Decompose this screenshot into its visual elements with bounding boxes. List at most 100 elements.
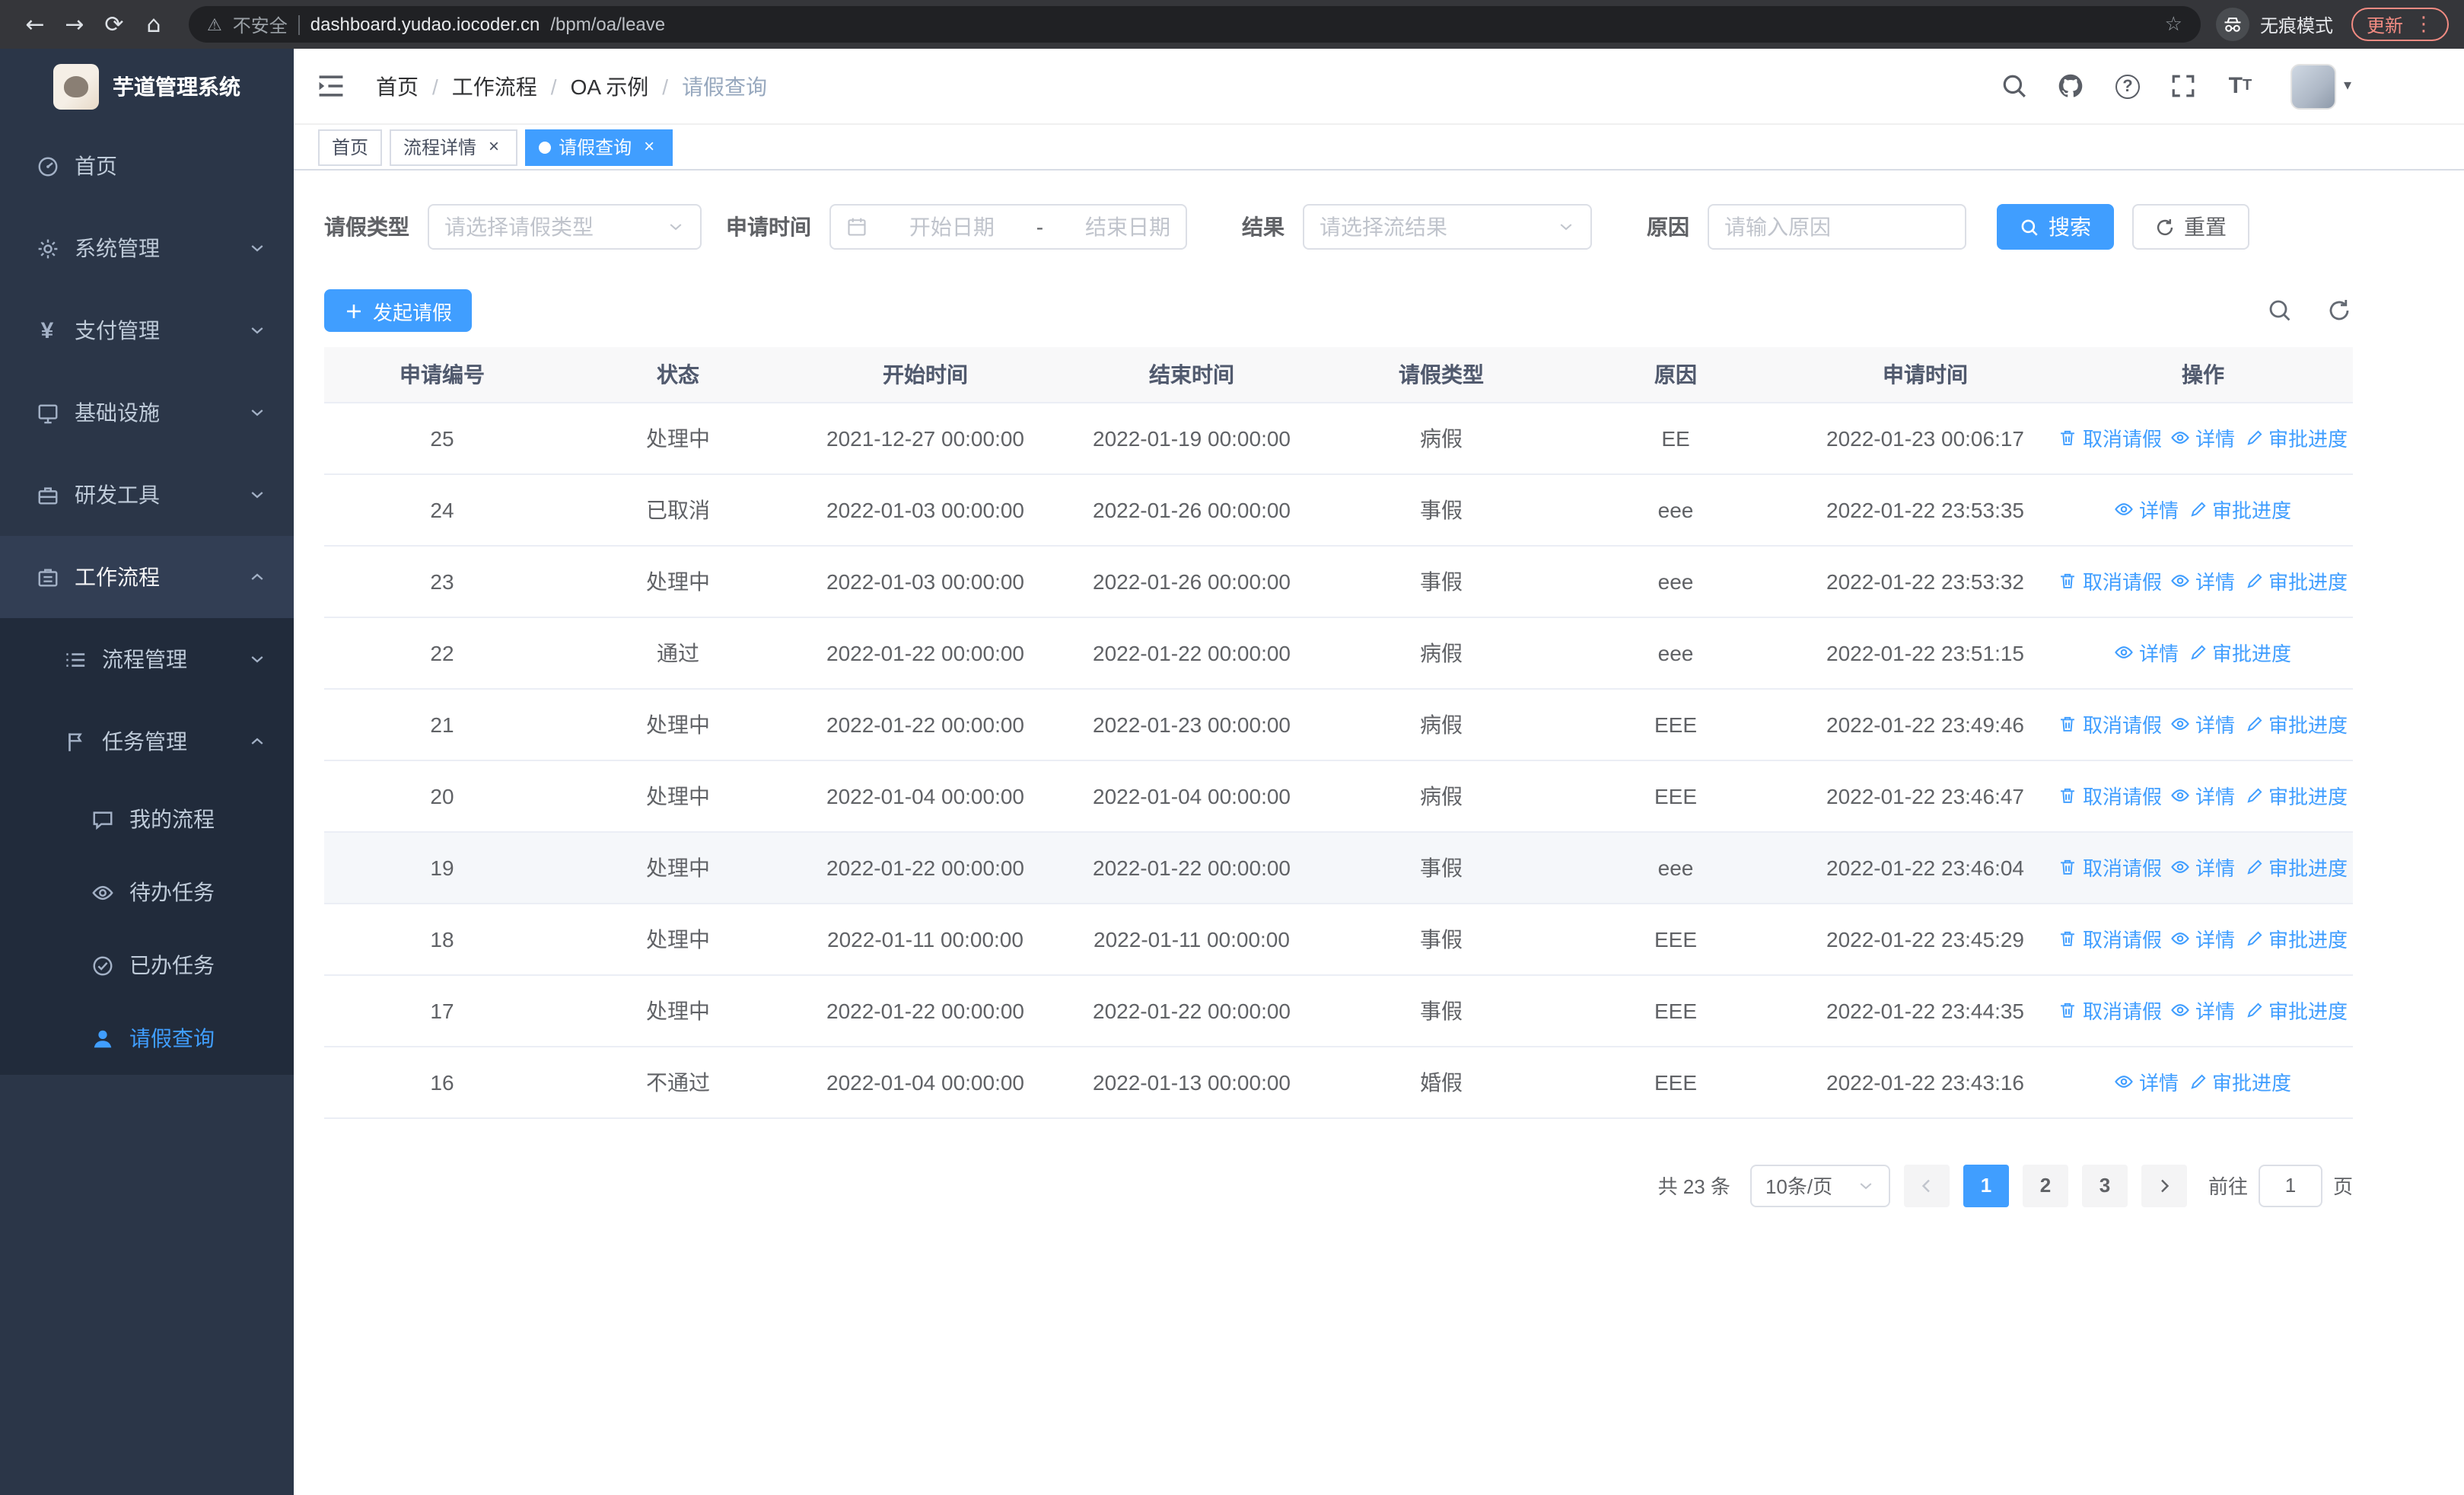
- action-detail-link[interactable]: 详情: [2115, 495, 2179, 524]
- security-label[interactable]: 不安全: [233, 11, 288, 37]
- page-button-1[interactable]: 1: [1963, 1164, 2009, 1207]
- create-leave-button[interactable]: 发起请假: [324, 289, 473, 332]
- breadcrumb-item-home[interactable]: 首页: [376, 71, 419, 101]
- action-label: 取消请假: [2082, 1000, 2162, 1023]
- avatar[interactable]: [2290, 63, 2336, 109]
- action-detail-link[interactable]: 详情: [2115, 638, 2179, 667]
- sidebar-item-home[interactable]: 首页: [0, 125, 294, 207]
- goto-page-input[interactable]: [2258, 1164, 2322, 1207]
- action-detail-link[interactable]: 详情: [2171, 924, 2235, 953]
- browser-refresh-icon[interactable]: ⟳: [94, 5, 134, 44]
- action-progress-link[interactable]: 审批进度: [2188, 495, 2291, 524]
- eye-icon: [2171, 571, 2191, 591]
- action-progress-link[interactable]: 审批进度: [2244, 423, 2348, 452]
- action-label: 详情: [2195, 714, 2235, 737]
- action-label: 取消请假: [2082, 857, 2162, 880]
- browser-update-button[interactable]: 更新 ⋮: [2351, 8, 2449, 41]
- tab-home[interactable]: 首页: [318, 129, 383, 165]
- bookmark-star-icon[interactable]: ☆: [2165, 13, 2182, 36]
- action-progress-link[interactable]: 审批进度: [2188, 638, 2291, 667]
- action-detail-link[interactable]: 详情: [2171, 709, 2235, 738]
- action-cancel-link[interactable]: 取消请假: [2058, 996, 2162, 1025]
- close-icon[interactable]: ×: [484, 137, 504, 157]
- action-detail-link[interactable]: 详情: [2171, 996, 2235, 1025]
- page-button-3[interactable]: 3: [2081, 1164, 2128, 1207]
- next-page-button[interactable]: [2141, 1164, 2187, 1207]
- sidebar-toggle-icon[interactable]: [317, 69, 350, 103]
- browser-forward-icon[interactable]: →: [55, 5, 94, 44]
- action-cancel-link[interactable]: 取消请假: [2058, 781, 2162, 810]
- action-label: 审批进度: [2268, 929, 2348, 952]
- start-date-placeholder[interactable]: 开始日期: [909, 212, 995, 242]
- breadcrumb-item-current: 请假查询: [682, 74, 768, 98]
- action-detail-link[interactable]: 详情: [2115, 1067, 2179, 1096]
- fullscreen-icon[interactable]: [2169, 71, 2199, 101]
- font-size-icon[interactable]: TT: [2225, 71, 2255, 101]
- sidebar-item-todo-tasks[interactable]: 待办任务: [0, 856, 294, 929]
- edit-icon: [2244, 929, 2264, 948]
- browser-back-icon[interactable]: ←: [15, 5, 55, 44]
- action-detail-link[interactable]: 详情: [2171, 423, 2235, 452]
- page-size-select[interactable]: 10条/页: [1749, 1164, 1890, 1207]
- sidebar-item-leave-query[interactable]: 请假查询: [0, 1002, 294, 1075]
- cell-type: 病假: [1329, 688, 1554, 760]
- tab-process-detail[interactable]: 流程详情 ×: [390, 129, 518, 165]
- sidebar-item-system[interactable]: 系统管理: [0, 207, 294, 289]
- task-icon: [61, 730, 88, 753]
- cell-status: 已取消: [560, 473, 796, 546]
- action-detail-link[interactable]: 详情: [2171, 853, 2235, 881]
- hide-search-icon[interactable]: [2266, 297, 2294, 324]
- action-cancel-link[interactable]: 取消请假: [2058, 566, 2162, 595]
- search-button[interactable]: 搜索: [1997, 204, 2114, 250]
- reset-button[interactable]: 重置: [2132, 204, 2249, 250]
- address-bar[interactable]: ⚠ 不安全 dashboard.yudao.iocoder.cn/bpm/oa/…: [189, 6, 2201, 43]
- leave-type-select[interactable]: 请选择请假类型: [428, 204, 702, 250]
- sidebar-item-devtools[interactable]: 研发工具: [0, 454, 294, 536]
- breadcrumb-item-oa-example[interactable]: OA 示例: [571, 71, 649, 101]
- action-progress-link[interactable]: 审批进度: [2244, 924, 2348, 953]
- action-progress-link[interactable]: 审批进度: [2188, 1067, 2291, 1096]
- user-menu[interactable]: ▾: [2290, 63, 2351, 109]
- sidebar-item-my-process[interactable]: 我的流程: [0, 783, 294, 856]
- action-detail-link[interactable]: 详情: [2171, 781, 2235, 810]
- action-progress-link[interactable]: 审批进度: [2244, 996, 2348, 1025]
- cell-no: 23: [324, 545, 560, 617]
- date-range-picker[interactable]: 开始日期 - 结束日期: [829, 204, 1187, 250]
- page-button-2[interactable]: 2: [2022, 1164, 2068, 1207]
- tab-leave-query[interactable]: 请假查询 ×: [525, 129, 673, 165]
- action-cancel-link[interactable]: 取消请假: [2058, 924, 2162, 953]
- action-progress-link[interactable]: 审批进度: [2244, 566, 2348, 595]
- table-row: 21 处理中 2022-01-22 00:00:00 2022-01-23 00:00…: [324, 688, 2353, 760]
- table-utils: [2266, 297, 2353, 324]
- url-domain: dashboard.yudao.iocoder.cn: [310, 14, 540, 35]
- browser-menu-kebab-icon[interactable]: ⋮: [2414, 13, 2434, 36]
- breadcrumb-item-workflow[interactable]: 工作流程: [452, 71, 537, 101]
- reason-input[interactable]: [1724, 215, 1907, 239]
- github-icon[interactable]: [2056, 71, 2087, 101]
- edit-icon: [2188, 499, 2208, 519]
- cell-end: 2022-01-04 00:00:00: [1055, 760, 1329, 832]
- result-select[interactable]: 请选择流结果: [1303, 204, 1592, 250]
- action-cancel-link[interactable]: 取消请假: [2058, 853, 2162, 881]
- payment-icon: ¥: [40, 317, 54, 343]
- sidebar-item-process-mgmt[interactable]: 流程管理: [0, 618, 294, 700]
- sidebar-item-infra[interactable]: 基础设施: [0, 371, 294, 454]
- app-brand[interactable]: 芋道管理系统: [0, 49, 294, 125]
- prev-page-button[interactable]: [1903, 1164, 1950, 1207]
- action-progress-link[interactable]: 审批进度: [2244, 853, 2348, 881]
- sidebar-item-task-mgmt[interactable]: 任务管理: [0, 700, 294, 783]
- action-progress-link[interactable]: 审批进度: [2244, 709, 2348, 738]
- close-icon[interactable]: ×: [639, 137, 659, 157]
- action-detail-link[interactable]: 详情: [2171, 566, 2235, 595]
- refresh-table-icon[interactable]: [2326, 297, 2353, 324]
- sidebar-item-done-tasks[interactable]: 已办任务: [0, 929, 294, 1002]
- end-date-placeholder[interactable]: 结束日期: [1085, 212, 1170, 242]
- sidebar-item-workflow[interactable]: 工作流程: [0, 536, 294, 618]
- action-cancel-link[interactable]: 取消请假: [2058, 709, 2162, 738]
- action-cancel-link[interactable]: 取消请假: [2058, 423, 2162, 452]
- sidebar-item-payment[interactable]: ¥ 支付管理: [0, 289, 294, 371]
- header-search-icon[interactable]: [2000, 71, 2030, 101]
- action-progress-link[interactable]: 审批进度: [2244, 781, 2348, 810]
- help-icon[interactable]: ?: [2112, 71, 2143, 101]
- browser-home-icon[interactable]: ⌂: [134, 5, 173, 44]
